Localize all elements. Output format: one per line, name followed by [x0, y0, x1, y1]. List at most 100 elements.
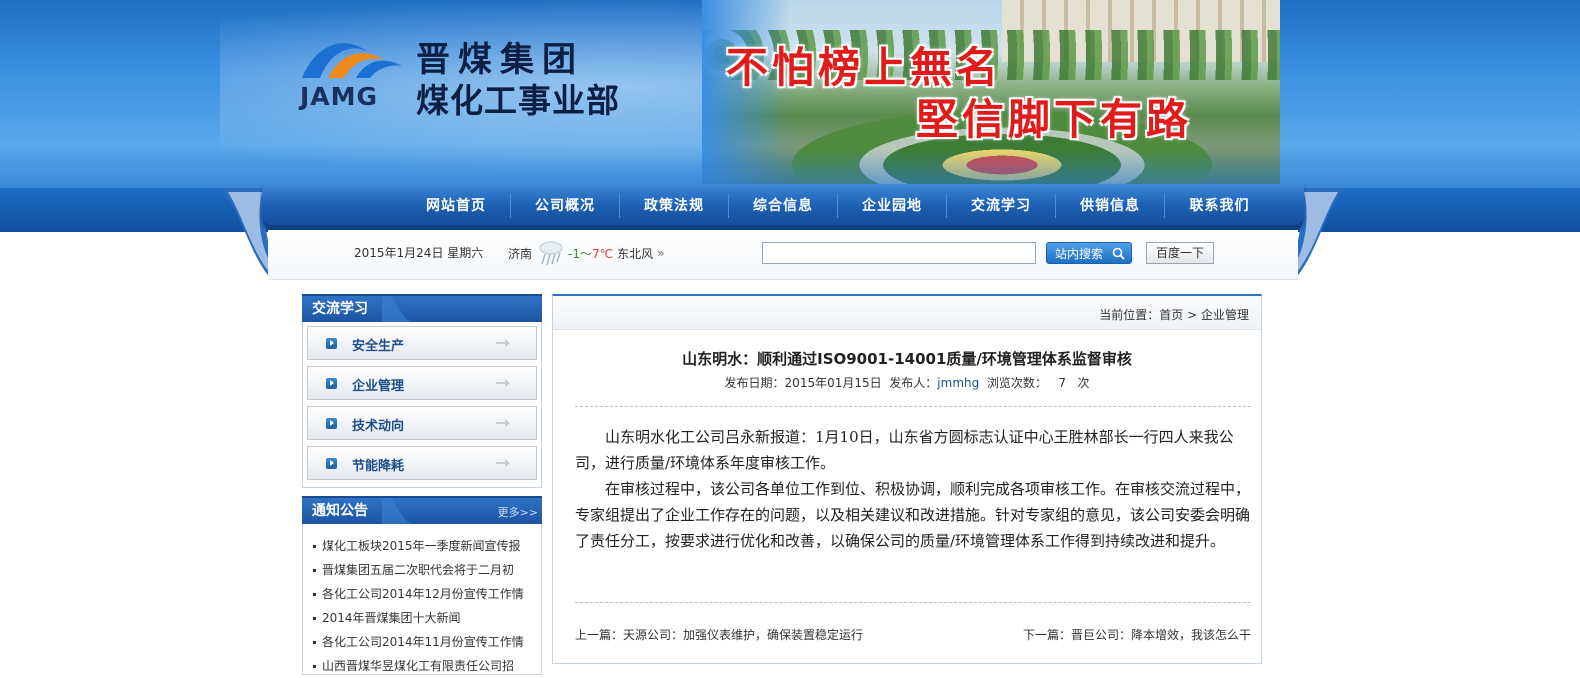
list-item[interactable]: 晋煤集团五届二次职代会将于二月初	[313, 558, 537, 582]
notice-list: 煤化工板块2015年一季度新闻宣传报 晋煤集团五届二次职代会将于二月初 各化工公…	[313, 534, 537, 678]
nav-supply-sales[interactable]: 供销信息	[1056, 194, 1165, 218]
nav-contact-us[interactable]: 联系我们	[1165, 194, 1274, 218]
author-name: jmmhg	[937, 376, 980, 390]
search-input[interactable]	[762, 242, 1036, 264]
article-title: 山东明水：顺利通过ISO9001-14001质量/环境管理体系监督审核	[682, 350, 1132, 368]
nav-policies[interactable]: 政策法规	[620, 194, 729, 218]
bullet-icon	[313, 665, 316, 668]
sidebar-item-label: 节能降耗	[352, 459, 405, 474]
study-section-header: 交流学习	[302, 294, 542, 322]
arrow-right-icon	[496, 419, 510, 427]
main-nav-bar: 网站首页 公司概况 政策法规 综合信息 企业园地 交流学习 供销信息 联系我们	[262, 184, 1304, 228]
bullet-icon	[313, 641, 316, 644]
breadcrumb-current[interactable]: 企业管理	[1201, 308, 1249, 322]
publish-date: 2015年01月15日	[784, 376, 882, 390]
author-label: 发布人：	[889, 376, 938, 390]
arrow-right-icon	[496, 459, 510, 467]
temp-separator: ～	[579, 246, 592, 261]
notice-text: 煤化工板块2015年一季度新闻宣传报	[322, 539, 521, 553]
previous-article-link[interactable]: 上一篇：天源公司：加强仪表维护，确保装置稳定运行	[575, 626, 863, 643]
divider	[575, 602, 1251, 603]
views-label: 浏览次数：	[986, 376, 1047, 390]
article-meta: 发布日期：2015年01月15日 发布人：jmmhg 浏览次数： 7 次	[553, 374, 1261, 391]
list-item[interactable]: 山西晋煤华昱煤化工有限责任公司招	[313, 654, 537, 678]
prev-label: 上一篇：	[575, 628, 624, 642]
tab-curve-decoration	[382, 296, 412, 322]
weather-temperature: -1～7℃	[568, 245, 613, 262]
rain-icon	[539, 241, 563, 266]
sidebar-item-label: 安全生产	[352, 339, 405, 354]
arrow-right-icon	[496, 339, 510, 347]
baidu-search-button[interactable]: 百度一下	[1146, 242, 1214, 264]
notice-text: 晋煤集团五届二次职代会将于二月初	[322, 563, 515, 577]
divider	[575, 406, 1251, 407]
temp-low: -1	[568, 246, 580, 261]
notice-section-header: 通知公告 更多>>	[302, 496, 542, 524]
logo-jamg-text: JAMG	[300, 82, 379, 111]
article-body: 山东明水化工公司吕永新报道：1月10日，山东省方圆标志认证中心王胜林部长一行四人…	[575, 424, 1253, 554]
prev-title: 天源公司：加强仪表维护，确保装置稳定运行	[623, 628, 864, 642]
list-item[interactable]: 各化工公司2014年11月份宣传工作情	[313, 630, 537, 654]
next-label: 下一篇：	[1022, 628, 1071, 642]
sidebar-item-label: 企业管理	[352, 379, 405, 394]
notice-text: 各化工公司2014年12月份宣传工作情	[322, 587, 524, 601]
weather-widget[interactable]: 济南 -1～7℃ 东北风 »	[508, 240, 664, 266]
weather-wind: 东北风	[617, 246, 654, 261]
breadcrumb-separator: >	[1183, 308, 1201, 322]
arrow-right-icon	[496, 379, 510, 387]
breadcrumb-prefix: 当前位置：	[1099, 308, 1160, 322]
list-item[interactable]: 煤化工板块2015年一季度新闻宣传报	[313, 534, 537, 558]
next-title: 晋巨公司：降本增效，我该怎么干	[1070, 628, 1251, 642]
article-paragraph: 在审核过程中，该公司各单位工作到位、积极协调，顺利完成各项审核工作。在审核交流过…	[575, 480, 1251, 550]
bullet-icon	[326, 378, 337, 389]
bullet-icon	[326, 458, 337, 469]
breadcrumb: 当前位置：首页 > 企业管理	[553, 296, 1261, 330]
notice-text: 各化工公司2014年11月份宣传工作情	[322, 635, 524, 649]
bullet-icon	[313, 545, 316, 548]
site-logo[interactable]: JAMG 晋煤集团 煤化工事业部	[298, 30, 638, 120]
navigation-area: 网站首页 公司概况 政策法规 综合信息 企业园地 交流学习 供销信息 联系我们 …	[222, 184, 1344, 284]
study-links-panel: 安全生产 企业管理 技术动向 节能降耗	[302, 322, 542, 488]
notice-more-link[interactable]: 更多>>	[498, 504, 538, 520]
current-date: 2015年1月24日 星期六	[354, 246, 484, 260]
sidebar-item-energy-saving[interactable]: 节能降耗	[307, 446, 537, 480]
nav-home[interactable]: 网站首页	[402, 194, 511, 218]
sidebar-item-safety-production[interactable]: 安全生产	[307, 326, 537, 360]
main-nav: 网站首页 公司概况 政策法规 综合信息 企业园地 交流学习 供销信息 联系我们	[402, 194, 1274, 218]
bullet-icon	[326, 418, 337, 429]
views-unit: 次	[1077, 376, 1090, 390]
notice-text: 2014年晋煤集团十大新闻	[322, 611, 461, 625]
bullet-icon	[313, 593, 316, 596]
bullet-icon	[326, 338, 337, 349]
next-article-link[interactable]: 下一篇：晋巨公司：降本增效，我该怎么干	[1023, 626, 1251, 643]
article-paragraph: 山东明水化工公司吕永新报道：1月10日，山东省方圆标志认证中心王胜林部长一行四人…	[575, 428, 1234, 472]
search-icon	[1112, 247, 1125, 260]
site-search-label: 站内搜索	[1055, 247, 1104, 261]
sidebar-item-label: 技术动向	[352, 419, 405, 434]
site-search-button[interactable]: 站内搜索	[1046, 242, 1132, 264]
sidebar-item-enterprise-management[interactable]: 企业管理	[307, 366, 537, 400]
weather-more-icon[interactable]: »	[657, 246, 664, 260]
nav-company-overview[interactable]: 公司概况	[511, 194, 620, 218]
nav-general-info[interactable]: 综合信息	[729, 194, 838, 218]
sidebar-item-tech-trends[interactable]: 技术动向	[307, 406, 537, 440]
breadcrumb-home[interactable]: 首页	[1159, 308, 1183, 322]
nav-exchange-study[interactable]: 交流学习	[947, 194, 1056, 218]
article-panel: 当前位置：首页 > 企业管理 山东明水：顺利通过ISO9001-14001质量/…	[552, 294, 1262, 664]
bullet-icon	[313, 617, 316, 620]
notice-text: 山西晋煤华昱煤化工有限责任公司招	[322, 659, 515, 673]
breadcrumb-text: 当前位置：首页 > 企业管理	[1099, 306, 1249, 323]
weather-city: 济南	[508, 246, 533, 261]
list-item[interactable]: 2014年晋煤集团十大新闻	[313, 606, 537, 630]
bullet-icon	[313, 569, 316, 572]
view-count: 7	[1058, 376, 1066, 390]
logo-wave-icon	[302, 43, 402, 78]
division-name: 煤化工事业部	[416, 81, 620, 120]
list-item[interactable]: 各化工公司2014年12月份宣传工作情	[313, 582, 537, 606]
tab-curve-decoration	[382, 498, 412, 524]
slogan-line-2: 堅信脚下有路	[916, 95, 1193, 144]
date-label: 发布日期：	[724, 376, 785, 390]
nav-enterprise-garden[interactable]: 企业园地	[838, 194, 947, 218]
temp-high: 7℃	[592, 246, 614, 261]
utility-bar: 2015年1月24日 星期六 济南 -1～7℃ 东北风 » 站内搜索 百度一下	[268, 230, 1298, 280]
